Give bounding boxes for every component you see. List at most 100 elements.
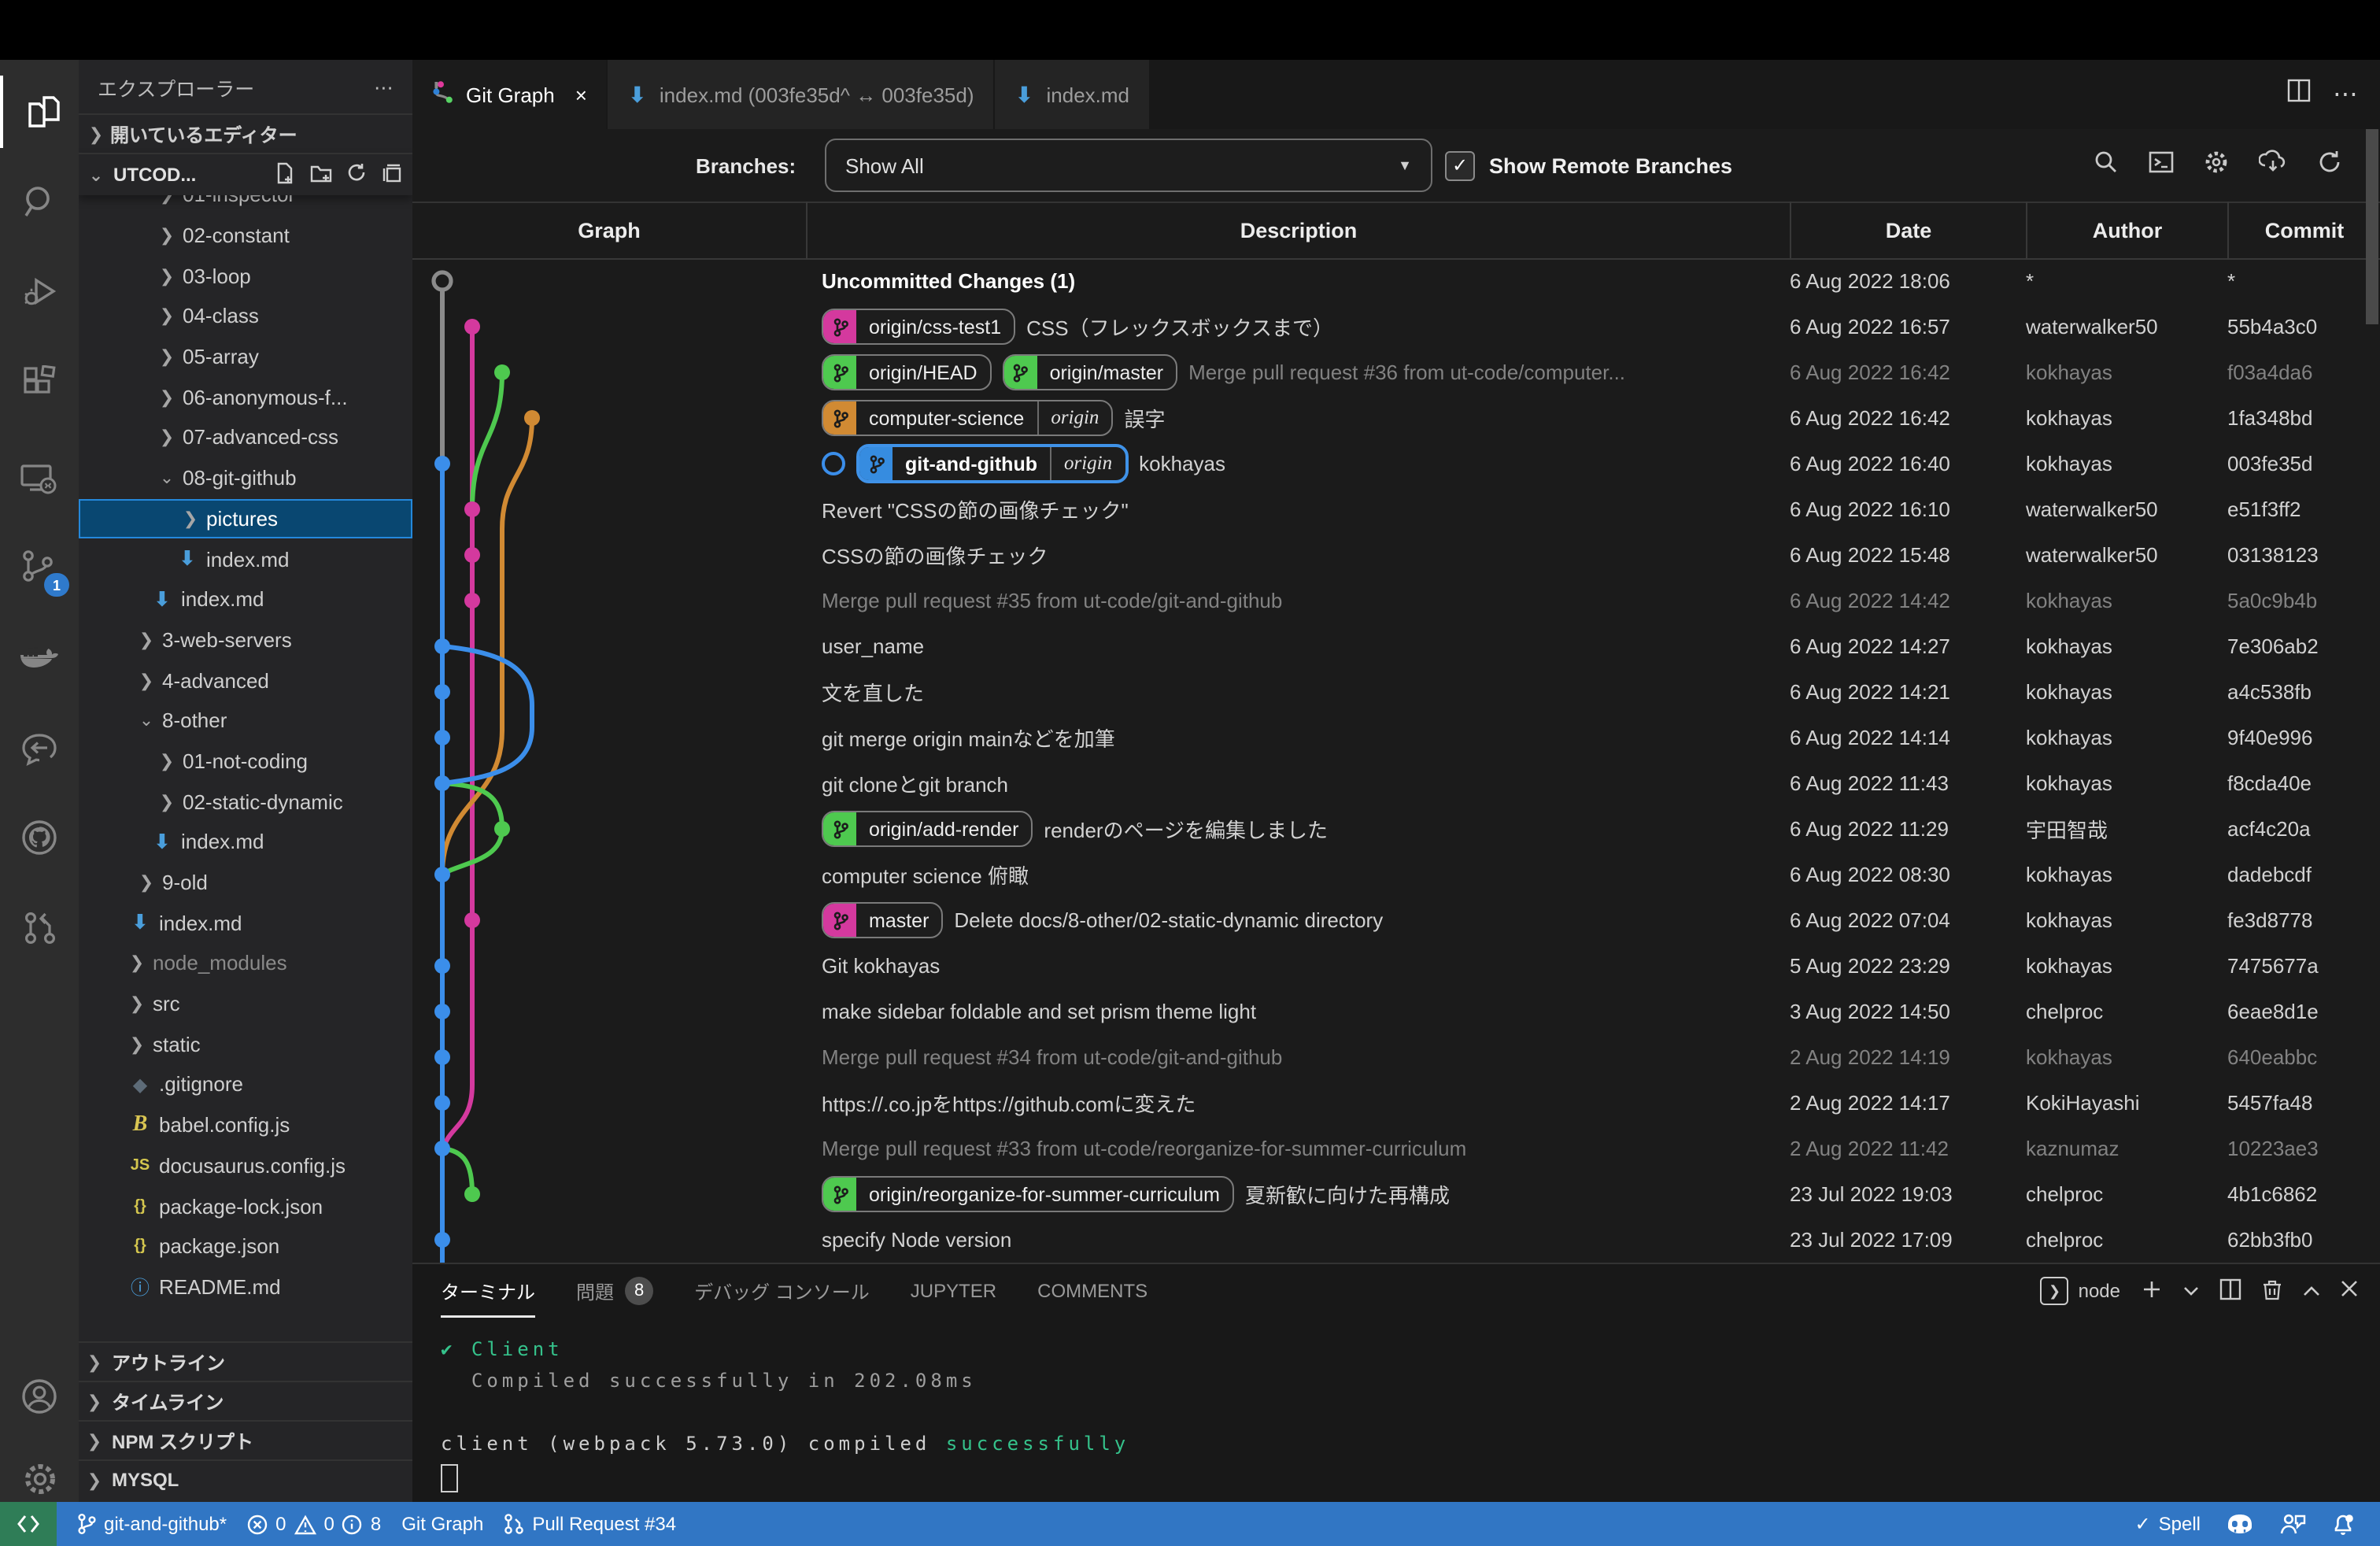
tree-item-.gitignore[interactable]: ◆.gitignore	[79, 1064, 412, 1104]
workspace-section[interactable]: ⌄ UTCOD...	[79, 153, 412, 195]
open-editors-section[interactable]: ❯開いているエディター	[79, 113, 412, 153]
tree-item-04-class[interactable]: ❯04-class	[79, 296, 412, 336]
activity-docker-icon[interactable]	[0, 622, 79, 694]
commit-row[interactable]: Uncommitted Changes (1)6 Aug 2022 18:06*…	[412, 258, 2380, 304]
new-file-icon[interactable]	[274, 161, 296, 188]
commit-row[interactable]: origin/reorganize-for-summer-curriculum夏…	[412, 1171, 2380, 1217]
more-actions-icon[interactable]: ⋯	[2333, 79, 2358, 110]
problems-status-item[interactable]: 0 0 8	[247, 1513, 381, 1535]
settings-icon[interactable]	[2204, 149, 2229, 182]
commit-row[interactable]: origin/HEADorigin/masterMerge pull reque…	[412, 350, 2380, 395]
tree-item-02-constant[interactable]: ❯02-constant	[79, 215, 412, 255]
explorer-section-アウトライン[interactable]: ❯アウトライン	[79, 1341, 412, 1381]
commit-row[interactable]: computer-scienceorigin誤字6 Aug 2022 16:42…	[412, 395, 2380, 441]
panel-tab-ターミナル[interactable]: ターミナル	[441, 1264, 535, 1318]
tree-item-src[interactable]: ❯src	[79, 984, 412, 1024]
commit-row[interactable]: user_name6 Aug 2022 14:27kokhayas7e306ab…	[412, 623, 2380, 669]
branch-badge[interactable]: origin/master	[1003, 354, 1178, 390]
maximize-panel-icon[interactable]	[2303, 1280, 2320, 1302]
explorer-section-MYSQL[interactable]: ❯MYSQL	[79, 1459, 412, 1499]
commit-row[interactable]: origin/css-test1CSS（フレックスボックスまで）6 Aug 20…	[412, 304, 2380, 350]
copilot-icon[interactable]	[2226, 1513, 2254, 1535]
tree-item-babel.config.js[interactable]: Bbabel.config.js	[79, 1105, 412, 1145]
refresh-icon[interactable]	[2317, 149, 2342, 182]
tree-item-01-not-coding[interactable]: ❯01-not-coding	[79, 741, 412, 781]
column-header-date[interactable]: Date	[1790, 202, 2026, 258]
commit-row[interactable]: https://.co.jpをhttps://github.comに変えた2 A…	[412, 1080, 2380, 1126]
collapse-all-icon[interactable]	[381, 161, 403, 188]
fetch-icon[interactable]	[2259, 149, 2287, 182]
activity-pull-requests-icon[interactable]	[0, 891, 79, 963]
notifications-bell-icon[interactable]	[2331, 1512, 2355, 1536]
tree-item-package.json[interactable]: {}package.json	[79, 1226, 412, 1267]
commit-row[interactable]: Revert "CSSの節の画像チェック"6 Aug 2022 16:10wat…	[412, 486, 2380, 532]
tree-item-06-anonymous-f...[interactable]: ❯06-anonymous-f...	[79, 377, 412, 417]
commit-row[interactable]: masterDelete docs/8-other/02-static-dyna…	[412, 897, 2380, 943]
commit-row[interactable]: computer science 俯瞰6 Aug 2022 08:30kokha…	[412, 852, 2380, 897]
terminal-output[interactable]: ✔ Client Compiled successfully in 202.08…	[441, 1333, 1129, 1492]
tab-git[interactable]: Git Graph×	[412, 60, 608, 129]
tree-item-3-web-servers[interactable]: ❯3-web-servers	[79, 620, 412, 660]
branch-badge[interactable]: computer-scienceorigin	[822, 400, 1113, 436]
branch-badge[interactable]: origin/css-test1	[822, 309, 1015, 345]
column-header-description[interactable]: Description	[806, 202, 1790, 258]
explorer-more-icon[interactable]: ⋯	[374, 75, 394, 98]
branch-badge[interactable]: origin/add-render	[822, 811, 1033, 847]
tab-index.md[interactable]: ⬇index.md	[995, 60, 1151, 129]
tree-item-pictures[interactable]: ❯pictures	[79, 498, 412, 538]
kill-terminal-icon[interactable]	[2262, 1278, 2282, 1304]
feedback-icon[interactable]	[2279, 1513, 2306, 1535]
terminal-dropdown-icon[interactable]	[2183, 1280, 2199, 1302]
close-panel-icon[interactable]	[2341, 1280, 2358, 1302]
branch-badge[interactable]: origin/reorganize-for-summer-curriculum	[822, 1176, 1234, 1212]
find-icon[interactable]	[2094, 149, 2119, 182]
branch-badge[interactable]: origin/HEAD	[822, 354, 992, 390]
commit-row[interactable]: 文を直した6 Aug 2022 14:21kokhayasa4c538fb	[412, 669, 2380, 715]
tree-item-01-inspector[interactable]: ❯01-inspector	[79, 195, 412, 215]
pull-request-status-item[interactable]: Pull Request #34	[504, 1513, 676, 1535]
activity-account-icon[interactable]	[0, 1360, 79, 1433]
show-remote-branches-checkbox[interactable]: ✓ Show Remote Branches	[1445, 150, 1732, 180]
tree-item-4-advanced[interactable]: ❯4-advanced	[79, 660, 412, 701]
activity-explorer-icon[interactable]	[0, 76, 82, 148]
tree-item-index.md[interactable]: ⬇index.md	[79, 903, 412, 943]
commit-row[interactable]: origin/add-renderrenderのページを編集しました6 Aug …	[412, 806, 2380, 852]
column-header-graph[interactable]: Graph	[412, 202, 806, 258]
activity-run-debug-icon[interactable]	[0, 255, 79, 327]
tree-item-static[interactable]: ❯static	[79, 1024, 412, 1064]
tree-item-index.md[interactable]: ⬇index.md	[79, 579, 412, 620]
shell-selector[interactable]: ❯ node	[2041, 1277, 2120, 1305]
commit-row[interactable]: Merge pull request #34 from ut-code/git-…	[412, 1034, 2380, 1080]
close-tab-icon[interactable]: ×	[575, 83, 587, 106]
tree-item-index.md[interactable]: ⬇index.md	[79, 822, 412, 862]
branch-status-item[interactable]: git-and-github*	[77, 1513, 227, 1535]
scrollbar-thumb[interactable]	[2366, 129, 2378, 324]
branches-dropdown[interactable]: Show All▼	[825, 139, 1432, 192]
commit-row[interactable]: CSSの節の画像チェック6 Aug 2022 15:48waterwalker5…	[412, 532, 2380, 578]
git-graph-status-item[interactable]: Git Graph	[401, 1513, 483, 1535]
new-terminal-icon[interactable]	[2141, 1278, 2163, 1304]
split-editor-icon[interactable]	[2287, 79, 2311, 110]
branch-badge[interactable]: git-and-githuborigin	[856, 444, 1128, 483]
tree-item-08-git-github[interactable]: ⌄08-git-github	[79, 458, 412, 498]
commit-row[interactable]: git merge origin mainなどを加筆6 Aug 2022 14:…	[412, 715, 2380, 760]
new-folder-icon[interactable]	[310, 161, 332, 188]
tree-item-03-loop[interactable]: ❯03-loop	[79, 256, 412, 296]
commit-row[interactable]: Merge pull request #33 from ut-code/reor…	[412, 1126, 2380, 1171]
terminal-icon[interactable]	[2149, 149, 2174, 182]
commit-row[interactable]: make sidebar foldable and set prism them…	[412, 989, 2380, 1034]
activity-source-control-graph-icon[interactable]: 1	[0, 531, 79, 603]
commit-row[interactable]: specify Node version23 Jul 2022 17:09che…	[412, 1217, 2380, 1263]
commit-row[interactable]: git-and-githuboriginkokhayas6 Aug 2022 1…	[412, 441, 2380, 486]
tree-item-05-array[interactable]: ❯05-array	[79, 337, 412, 377]
spell-status-item[interactable]: ✓ Spell	[2135, 1513, 2201, 1535]
activity-search-icon[interactable]	[0, 165, 79, 238]
explorer-section-タイムライン[interactable]: ❯タイムライン	[79, 1381, 412, 1420]
tree-item-index.md[interactable]: ⬇index.md	[79, 538, 412, 579]
tab-index.md[interactable]: ⬇index.md (003fe35d^ ↔ 003fe35d)	[608, 60, 995, 129]
tree-item-readme.md[interactable]: ⓘREADME.md	[79, 1267, 412, 1307]
panel-tab-COMMENTS[interactable]: COMMENTS	[1037, 1264, 1148, 1318]
tree-item-07-advanced-css[interactable]: ❯07-advanced-css	[79, 417, 412, 457]
commit-row[interactable]: Merge pull request #35 from ut-code/git-…	[412, 578, 2380, 623]
panel-tab-問題[interactable]: 問題8	[576, 1264, 653, 1318]
